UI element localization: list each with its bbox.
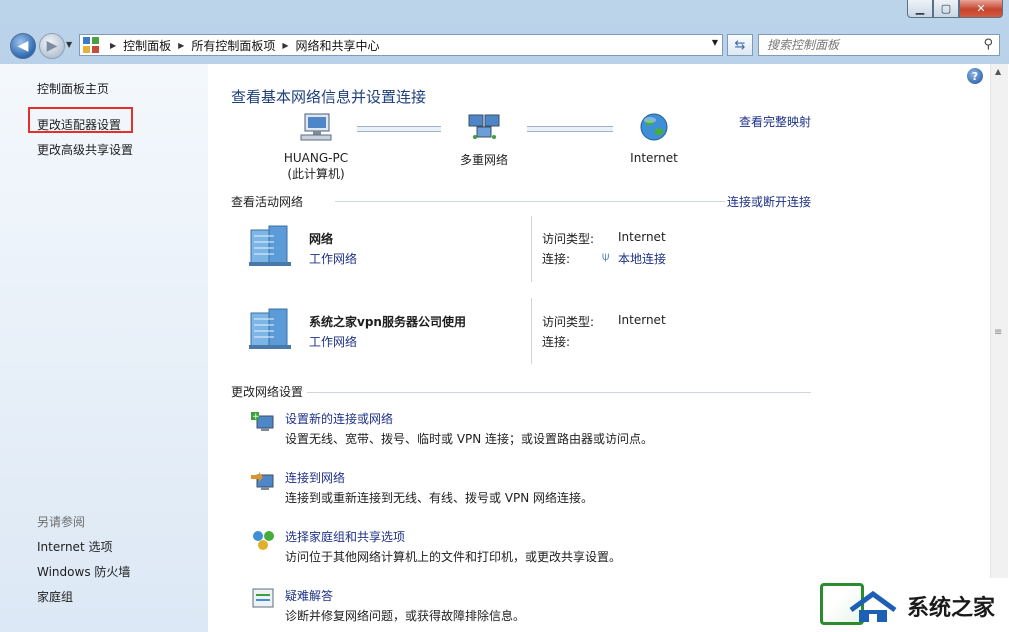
- access-type-value: Internet: [618, 230, 666, 244]
- forward-arrow-icon: ▶: [46, 38, 58, 54]
- multiple-networks-icon: [468, 114, 500, 139]
- globe-icon: [640, 113, 668, 141]
- task-description: 诊断并修复网络问题，或获得故障排除信息。: [285, 609, 526, 623]
- sidebar-item-adapter-settings[interactable]: 更改适配器设置: [37, 116, 121, 133]
- troubleshoot-icon: [252, 588, 274, 608]
- scroll-up-icon[interactable]: ▲: [995, 67, 1001, 76]
- see-also-homegroup[interactable]: 家庭组: [37, 588, 73, 605]
- refresh-icon: ⇆: [734, 37, 746, 53]
- connect-network-icon: [251, 472, 274, 490]
- navigation-bar: ◀ ▶ ▼ ▶ 控制面板 ▶ 所有控制面板项 ▶ 网络和共享中心 ▼ ⇆ ⚲: [0, 30, 1009, 62]
- svg-text:+: +: [252, 412, 260, 422]
- network-type-link[interactable]: 工作网络: [309, 250, 357, 267]
- task-description: 设置无线、宽带、拨号、临时或 VPN 连接；或设置路由器或访问点。: [285, 432, 654, 446]
- task-title-link[interactable]: 选择家庭组和共享选项: [285, 528, 405, 545]
- forward-button[interactable]: ▶: [39, 33, 65, 59]
- refresh-button[interactable]: ⇆: [727, 34, 753, 56]
- map-node-internet[interactable]: Internet: [599, 112, 709, 165]
- task-description: 连接到或重新连接到无线、有线、拨号或 VPN 网络连接。: [285, 491, 594, 505]
- internet-label: Internet: [630, 151, 678, 165]
- active-networks-heading: 查看活动网络: [231, 195, 304, 209]
- network-name: 网络: [309, 232, 334, 246]
- scroll-grip-icon[interactable]: ≡: [994, 327, 1002, 338]
- access-type-label: 访问类型:: [542, 315, 595, 329]
- back-button[interactable]: ◀: [10, 33, 36, 59]
- minimize-icon: ▁: [915, 2, 925, 15]
- left-pane: 控制面板主页 更改适配器设置 更改高级共享设置 另请参阅 Internet 选项…: [0, 64, 208, 632]
- section-divider: [335, 201, 725, 202]
- column-divider: [531, 216, 532, 282]
- watermark-logo: 系统之家: [815, 578, 1009, 632]
- history-dropdown-icon[interactable]: ▼: [66, 40, 72, 49]
- change-settings-heading: 更改网络设置: [231, 385, 304, 399]
- computer-icon: [300, 113, 332, 141]
- task-title-link[interactable]: 连接到网络: [285, 469, 345, 486]
- network-name: 系统之家vpn服务器公司使用: [309, 315, 466, 329]
- window-content: 控制面板主页 更改适配器设置 更改高级共享设置 另请参阅 Internet 选项…: [0, 64, 1009, 632]
- help-icon[interactable]: ?: [967, 68, 983, 84]
- task-title-link[interactable]: 设置新的连接或网络: [285, 410, 393, 427]
- window-controls: ▁ ▢ ✕: [907, 0, 1003, 18]
- close-icon: ✕: [976, 2, 986, 15]
- breadcrumb-item[interactable]: 控制面板: [123, 37, 171, 54]
- search-icon[interactable]: ⚲: [983, 37, 993, 52]
- ethernet-connection-icon: ⍦: [602, 249, 610, 263]
- homegroup-icon: [253, 531, 274, 550]
- breadcrumb-item[interactable]: 网络和共享中心: [296, 37, 380, 54]
- full-map-link[interactable]: 查看完整映射: [739, 113, 811, 130]
- title-bar: ▁ ▢ ✕: [0, 0, 1009, 30]
- map-node-multiple-networks[interactable]: 多重网络: [429, 112, 539, 168]
- connect-disconnect-link[interactable]: 连接或断开连接: [727, 193, 811, 210]
- minimize-button[interactable]: ▁: [907, 0, 933, 18]
- vertical-scrollbar[interactable]: ▲ ≡: [990, 64, 1008, 632]
- page-title: 查看基本网络信息并设置连接: [231, 88, 427, 106]
- chevron-right-icon[interactable]: ▶: [110, 41, 116, 50]
- new-connection-icon: +: [251, 412, 274, 431]
- maximize-button[interactable]: ▢: [933, 0, 959, 18]
- task-description: 访问位于其他网络计算机上的文件和打印机，或更改共享设置。: [285, 550, 622, 564]
- column-divider: [531, 298, 532, 364]
- search-input[interactable]: [765, 37, 969, 53]
- close-button[interactable]: ✕: [959, 0, 1003, 18]
- chevron-right-icon[interactable]: ▶: [178, 41, 184, 50]
- house-logo-icon: [849, 590, 897, 622]
- see-also-heading: 另请参阅: [37, 515, 86, 529]
- map-node-computer[interactable]: HUANG-PC (此计算机): [261, 112, 371, 182]
- watermark-text: 系统之家: [907, 596, 996, 621]
- address-bar[interactable]: ▶ 控制面板 ▶ 所有控制面板项 ▶ 网络和共享中心 ▼: [79, 34, 723, 56]
- multiple-networks-label: 多重网络: [459, 153, 508, 167]
- address-dropdown-icon[interactable]: ▼: [712, 38, 718, 47]
- computer-name: HUANG-PC: [283, 151, 349, 165]
- sidebar-item-home[interactable]: 控制面板主页: [37, 80, 109, 97]
- sidebar-item-advanced-sharing[interactable]: 更改高级共享设置: [37, 141, 133, 158]
- network-building-icon: [249, 225, 291, 266]
- see-also-internet-options[interactable]: Internet 选项: [37, 538, 112, 555]
- chevron-right-icon[interactable]: ▶: [282, 41, 288, 50]
- connection-label: 连接:: [542, 252, 571, 266]
- maximize-icon: ▢: [940, 2, 952, 15]
- see-also-firewall[interactable]: Windows 防火墙: [37, 563, 130, 580]
- network-type-link[interactable]: 工作网络: [309, 333, 357, 350]
- control-panel-icon: [83, 37, 99, 53]
- computer-sub: (此计算机): [287, 167, 345, 181]
- access-type-value: Internet: [618, 313, 666, 327]
- section-divider: [307, 392, 811, 393]
- task-title-link[interactable]: 疑难解答: [285, 587, 333, 604]
- local-connection-link[interactable]: 本地连接: [618, 250, 666, 267]
- network-building-icon: [249, 308, 291, 349]
- access-type-label: 访问类型:: [542, 232, 595, 246]
- search-box[interactable]: ⚲: [758, 34, 1000, 56]
- connection-label: 连接:: [542, 335, 571, 349]
- breadcrumb-item[interactable]: 所有控制面板项: [191, 37, 275, 54]
- back-arrow-icon: ◀: [17, 38, 29, 54]
